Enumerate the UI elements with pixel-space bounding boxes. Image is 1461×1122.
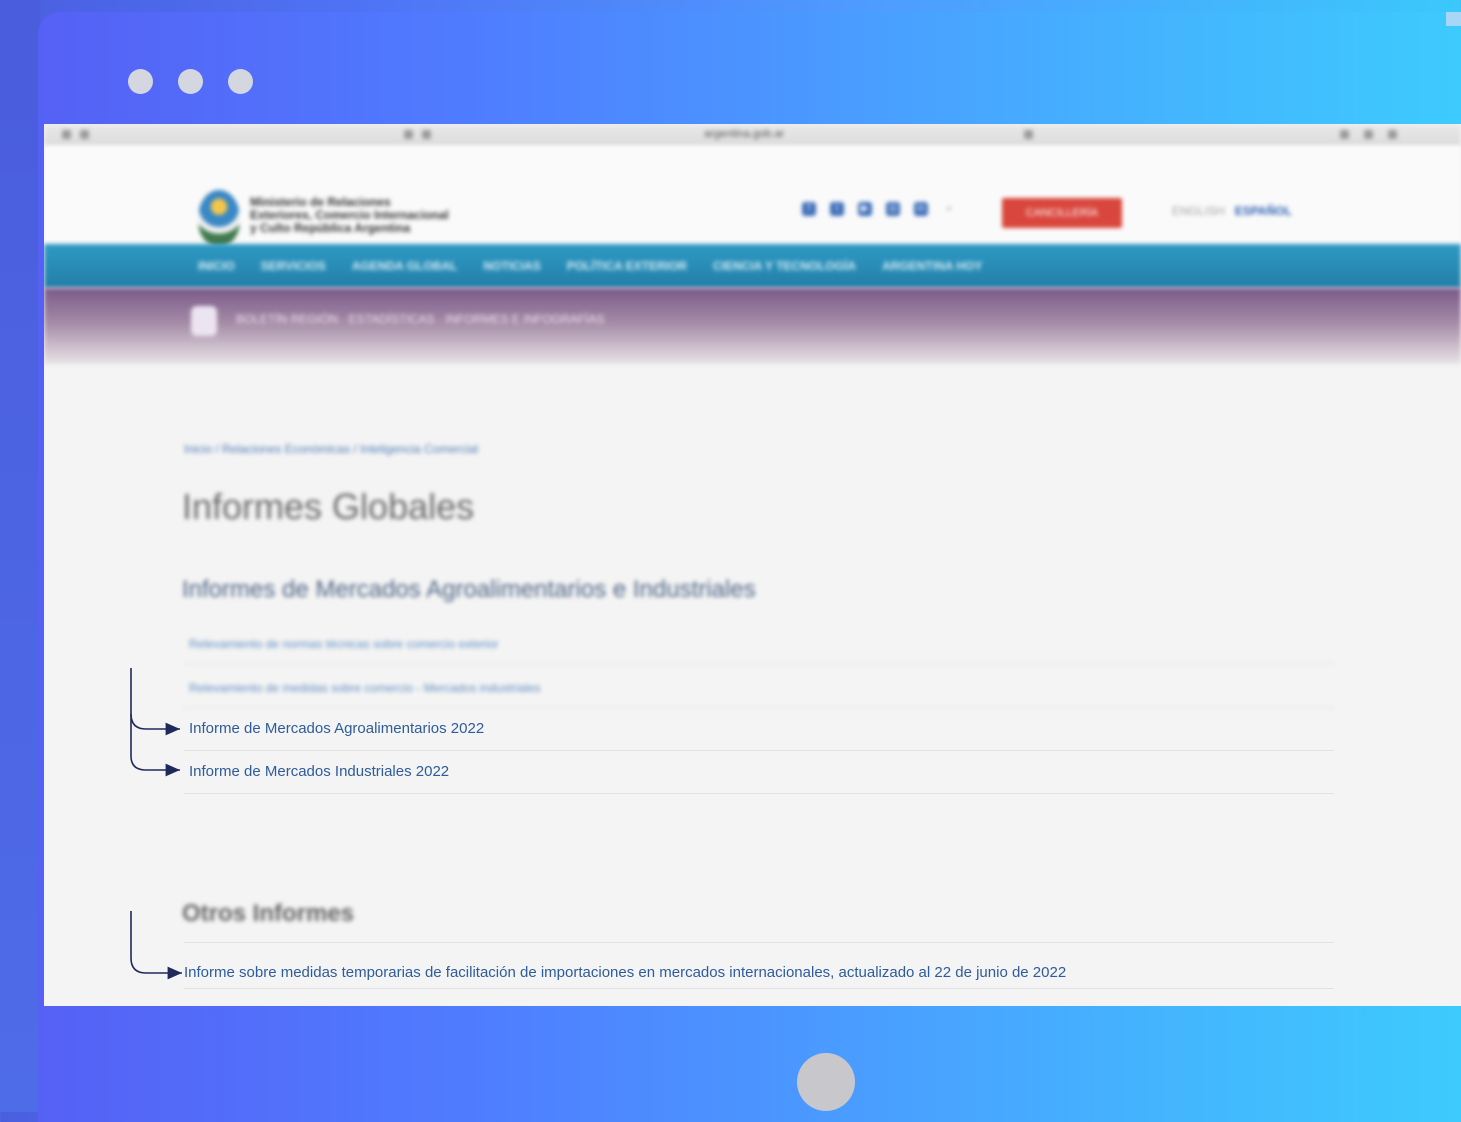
arrow-to-agroalimentarios <box>130 668 180 736</box>
annotation-arrows <box>130 668 182 980</box>
arrow-to-medidas <box>130 911 182 980</box>
arrow-to-industriales <box>130 714 180 777</box>
home-button[interactable] <box>797 1053 855 1111</box>
